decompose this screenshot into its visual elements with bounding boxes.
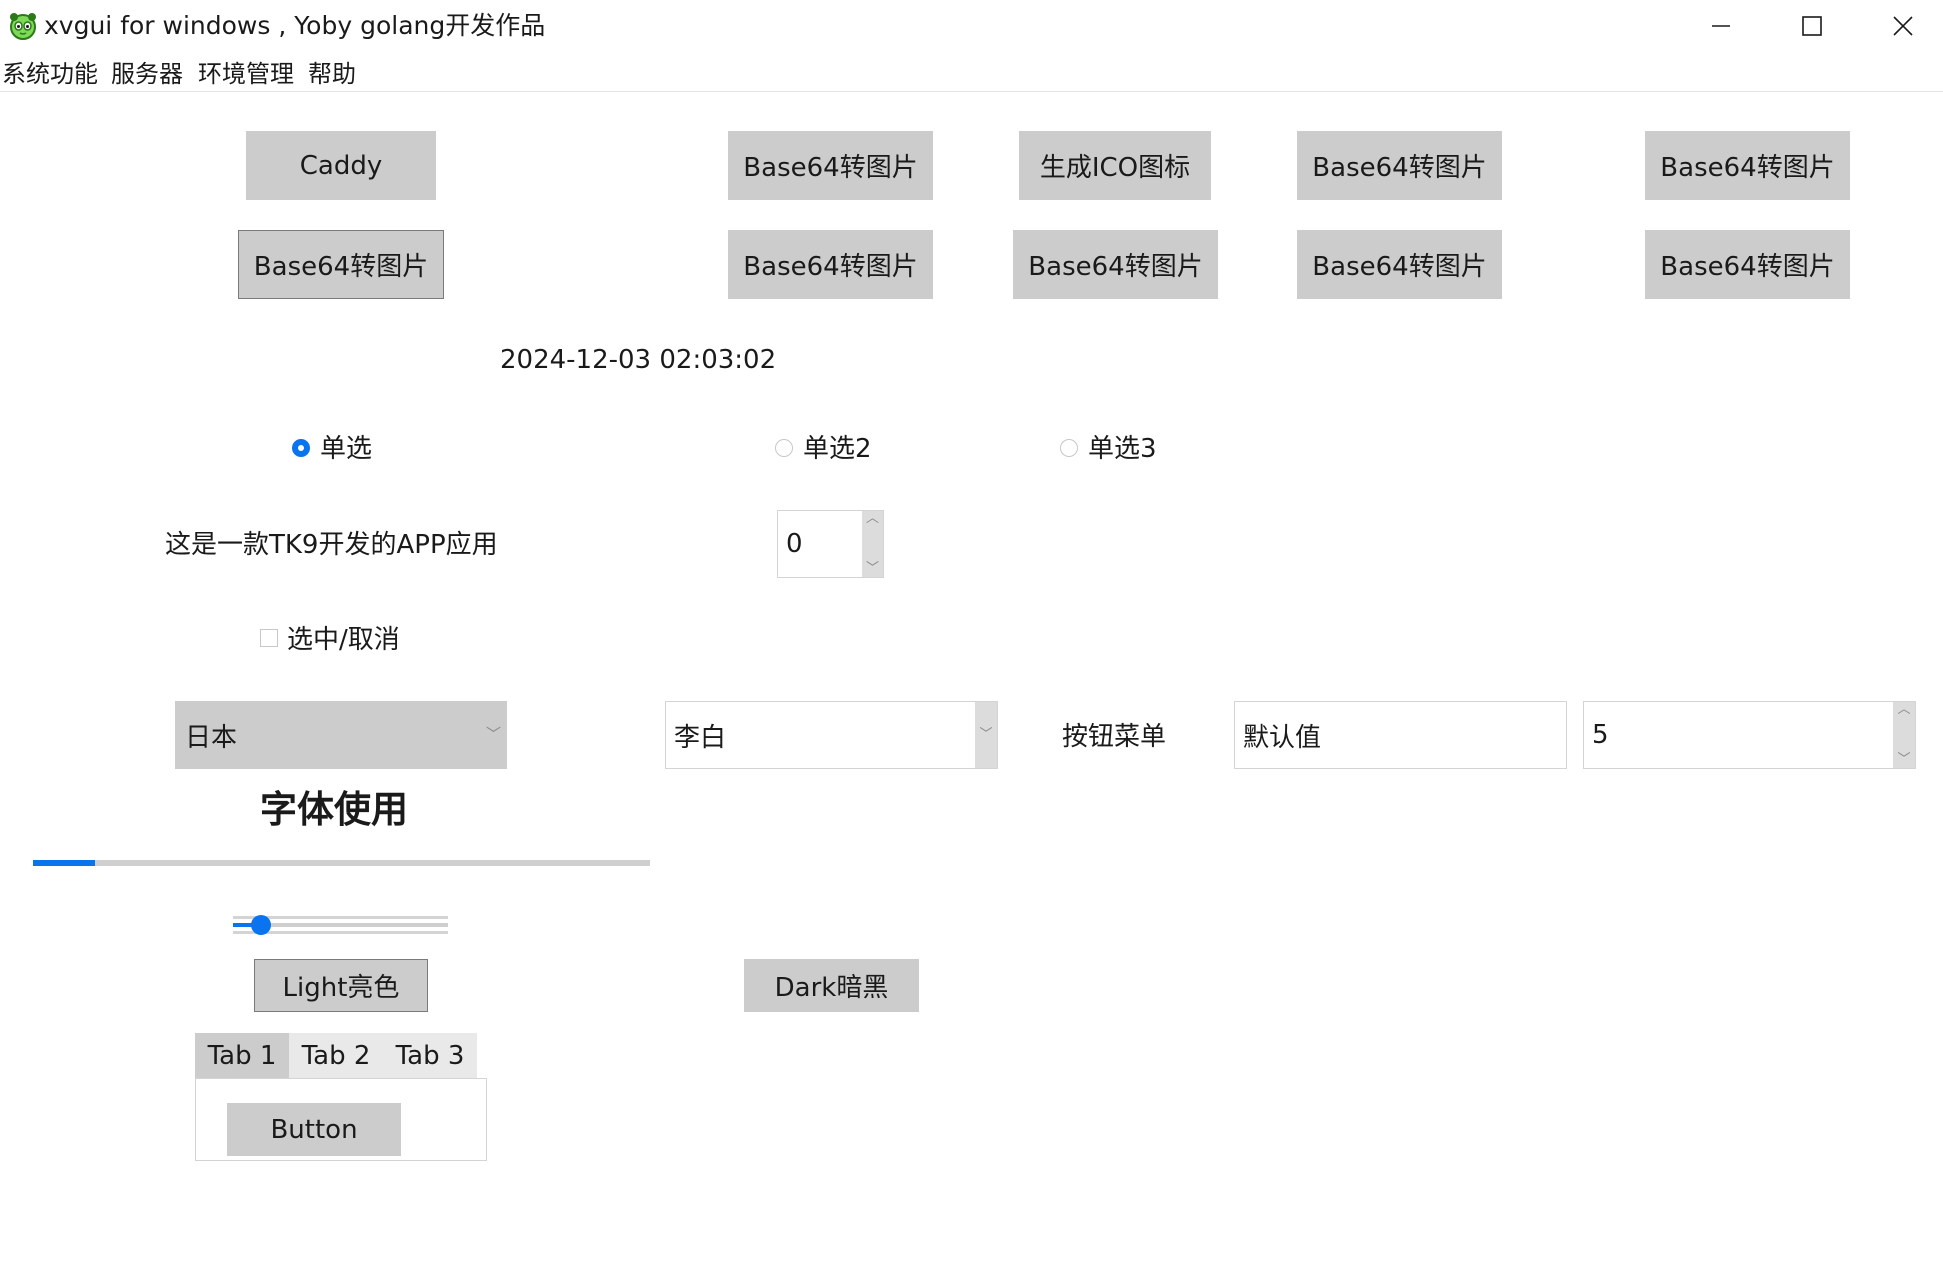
minimize-button[interactable]: [1676, 0, 1766, 52]
menu-server[interactable]: 服务器: [111, 56, 183, 92]
dropdown-button[interactable]: ﹀: [975, 702, 997, 768]
radio-unchecked-icon: [1060, 439, 1078, 457]
caddy-button[interactable]: Caddy: [246, 131, 436, 200]
spin-down-icon[interactable]: ﹀: [866, 561, 879, 577]
radio-option-1[interactable]: [292, 439, 312, 459]
spinner-buttons[interactable]: ︿ ﹀: [862, 511, 883, 577]
datetime-label: 2024-12-03 02:03:02: [500, 345, 777, 375]
tab-2[interactable]: Tab 2: [289, 1033, 383, 1078]
tab-1[interactable]: Tab 1: [195, 1033, 289, 1078]
tab-3[interactable]: Tab 3: [383, 1033, 477, 1078]
maximize-button[interactable]: [1767, 0, 1857, 52]
radio-option-3-label[interactable]: 单选3: [1088, 431, 1157, 467]
base64-image-button[interactable]: Base64转图片: [1645, 230, 1850, 299]
checkbox-label[interactable]: 选中/取消: [287, 622, 400, 658]
spinner-value: 0: [786, 529, 803, 559]
default-value-entry[interactable]: 默认值: [1234, 701, 1567, 769]
progress-bar: [33, 860, 650, 866]
slider[interactable]: [233, 911, 448, 939]
menu-bar: 系统功能 服务器 环境管理 帮助: [0, 56, 1943, 92]
radio-unchecked-icon: [775, 439, 793, 457]
app-description-label: 这是一款TK9开发的APP应用: [165, 530, 498, 560]
select-checkbox[interactable]: [260, 629, 278, 647]
spin-up-icon[interactable]: ︿: [1897, 702, 1910, 718]
base64-image-button[interactable]: Base64转图片: [238, 230, 444, 299]
combobox-value: 日本: [185, 722, 238, 753]
radio-option-2[interactable]: [775, 439, 795, 459]
base64-image-button[interactable]: Base64转图片: [1013, 230, 1218, 299]
close-button[interactable]: [1858, 0, 1943, 52]
close-icon: [1893, 16, 1913, 36]
tab-panel: Button: [195, 1078, 487, 1161]
spin-up-icon[interactable]: ︿: [866, 511, 879, 527]
light-theme-button[interactable]: Light亮色: [254, 959, 428, 1012]
generate-ico-button[interactable]: 生成ICO图标: [1019, 131, 1211, 200]
chevron-down-icon: ﹀: [979, 727, 993, 742]
minimize-icon: [1712, 25, 1730, 27]
base64-image-button[interactable]: Base64转图片: [1297, 131, 1502, 200]
radio-option-1-label[interactable]: 单选: [320, 431, 372, 467]
slider-thumb[interactable]: [251, 915, 271, 935]
spin-down-icon[interactable]: ﹀: [1897, 752, 1910, 768]
window-title: xvgui for windows , Yoby golang开发作品: [44, 11, 546, 40]
base64-image-button[interactable]: Base64转图片: [1297, 230, 1502, 299]
font-usage-title: 字体使用: [260, 788, 408, 831]
radio-option-3[interactable]: [1060, 439, 1080, 459]
base64-image-button[interactable]: Base64转图片: [1645, 131, 1850, 200]
base64-image-button[interactable]: Base64转图片: [728, 131, 933, 200]
number-spinner-2[interactable]: 5: [1583, 701, 1916, 769]
entry-value: 默认值: [1243, 722, 1322, 753]
progress-fill: [33, 860, 95, 866]
panda-app-icon: [10, 13, 36, 40]
dark-theme-button[interactable]: Dark暗黑: [744, 959, 919, 1012]
radio-checked-icon: [292, 439, 310, 457]
menu-environment[interactable]: 环境管理: [198, 56, 294, 92]
title-bar: xvgui for windows , Yoby golang开发作品: [0, 0, 1943, 52]
base64-image-button[interactable]: Base64转图片: [728, 230, 933, 299]
combobox-value: 李白: [674, 722, 727, 753]
country-combobox[interactable]: 日本 ﹀: [175, 701, 507, 769]
radio-option-2-label[interactable]: 单选2: [803, 431, 872, 467]
chevron-down-icon: ﹀: [485, 725, 501, 743]
spinner-buttons[interactable]: ︿ ﹀: [1893, 702, 1915, 768]
person-combobox[interactable]: 李白: [665, 701, 998, 769]
spinner-value: 5: [1592, 720, 1609, 750]
button-menu-label[interactable]: 按钮菜单: [1062, 719, 1166, 755]
menu-help[interactable]: 帮助: [308, 56, 356, 92]
maximize-icon: [1802, 16, 1822, 36]
tab-panel-button[interactable]: Button: [227, 1103, 401, 1156]
menu-system[interactable]: 系统功能: [2, 56, 98, 92]
